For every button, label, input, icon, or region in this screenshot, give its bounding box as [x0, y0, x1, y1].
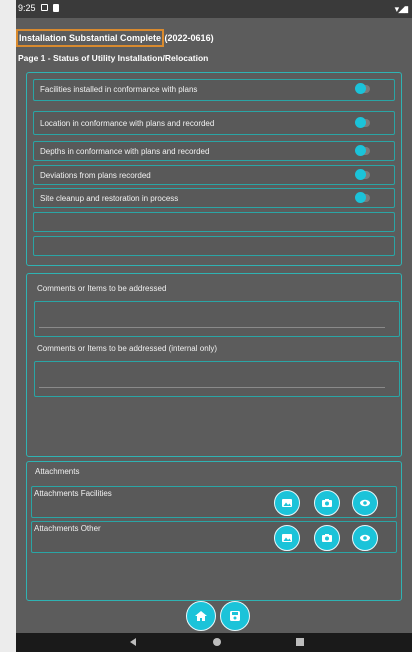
sim-icon — [53, 4, 59, 12]
checklist-label: Site cleanup and restoration in process — [40, 194, 179, 203]
home-icon — [195, 611, 207, 621]
image-icon — [282, 534, 292, 542]
input-underline — [39, 387, 385, 388]
facilities-camera-button[interactable] — [314, 490, 340, 516]
toggle-deviations[interactable] — [355, 169, 370, 180]
attachments-heading: Attachments — [35, 467, 80, 476]
checklist-label: Deviations from plans recorded — [40, 171, 151, 180]
attachments-facilities-row: Attachments Facilities — [31, 486, 397, 518]
checklist-row-deviations: Deviations from plans recorded — [33, 165, 395, 185]
app-screen: 9:25 ▾◢▮ Installation Substantial Comple… — [16, 0, 412, 652]
checklist-row-cleanup: Site cleanup and restoration in process — [33, 188, 395, 208]
attachments-panel: Attachments Attachments Facilities Attac… — [26, 461, 402, 601]
system-nav-bar — [16, 633, 412, 652]
checklist-label: Depths in conformance with plans and rec… — [40, 147, 210, 156]
page-title: Installation Substantial Complete (2022-… — [16, 29, 214, 47]
home-nav-icon[interactable] — [213, 638, 221, 646]
camera-icon — [322, 499, 332, 507]
facilities-view-button[interactable] — [352, 490, 378, 516]
home-button[interactable] — [186, 601, 216, 631]
signal-battery-icon: ▾◢▮ — [394, 4, 409, 14]
input-underline — [39, 327, 385, 328]
toggle-knob — [355, 145, 366, 156]
checklist-row-facilities: Facilities installed in conformance with… — [33, 79, 395, 101]
other-view-button[interactable] — [352, 525, 378, 551]
attachments-other-row: Attachments Other — [31, 521, 397, 553]
eye-icon — [360, 499, 370, 507]
facilities-gallery-button[interactable] — [274, 490, 300, 516]
toggle-knob — [355, 192, 366, 203]
other-camera-button[interactable] — [314, 525, 340, 551]
other-gallery-button[interactable] — [274, 525, 300, 551]
attachments-other-label: Attachments Other — [34, 524, 101, 533]
comments-input[interactable] — [34, 301, 400, 337]
back-icon[interactable] — [130, 638, 136, 646]
toggle-knob — [355, 169, 366, 180]
image-icon — [282, 499, 292, 507]
comments-internal-label: Comments or Items to be addressed (inter… — [37, 344, 218, 353]
status-time: 9:25 — [18, 3, 36, 13]
comments-label: Comments or Items to be addressed — [37, 284, 167, 293]
toggle-depths[interactable] — [355, 145, 370, 156]
status-bar: 9:25 ▾◢▮ — [16, 0, 412, 18]
recents-icon[interactable] — [296, 638, 304, 646]
comments-internal-input[interactable] — [34, 361, 400, 397]
checklist-panel: Facilities installed in conformance with… — [26, 72, 402, 266]
checklist-row-empty — [33, 212, 395, 232]
checklist-row-location: Location in conformance with plans and r… — [33, 111, 395, 135]
page-subtitle: Page 1 - Status of Utility Installation/… — [18, 53, 209, 63]
save-button[interactable] — [220, 601, 250, 631]
attachments-facilities-label: Attachments Facilities — [34, 489, 112, 498]
toggle-facilities[interactable] — [355, 83, 370, 94]
checklist-label: Facilities installed in conformance with… — [40, 85, 198, 94]
page-title-suffix: (2022-0616) — [162, 33, 214, 43]
checklist-row-empty — [33, 236, 395, 256]
checklist-row-depths: Depths in conformance with plans and rec… — [33, 141, 395, 161]
page-title-highlight: Installation Substantial Complete — [16, 29, 165, 47]
notification-icon — [41, 4, 48, 11]
toggle-location[interactable] — [355, 117, 370, 128]
save-icon — [230, 611, 240, 621]
eye-icon — [360, 534, 370, 542]
toggle-cleanup[interactable] — [355, 192, 370, 203]
checklist-label: Location in conformance with plans and r… — [40, 119, 215, 128]
camera-icon — [322, 534, 332, 542]
toggle-knob — [355, 83, 366, 94]
comments-panel: Comments or Items to be addressed Commen… — [26, 273, 402, 457]
toggle-knob — [355, 117, 366, 128]
